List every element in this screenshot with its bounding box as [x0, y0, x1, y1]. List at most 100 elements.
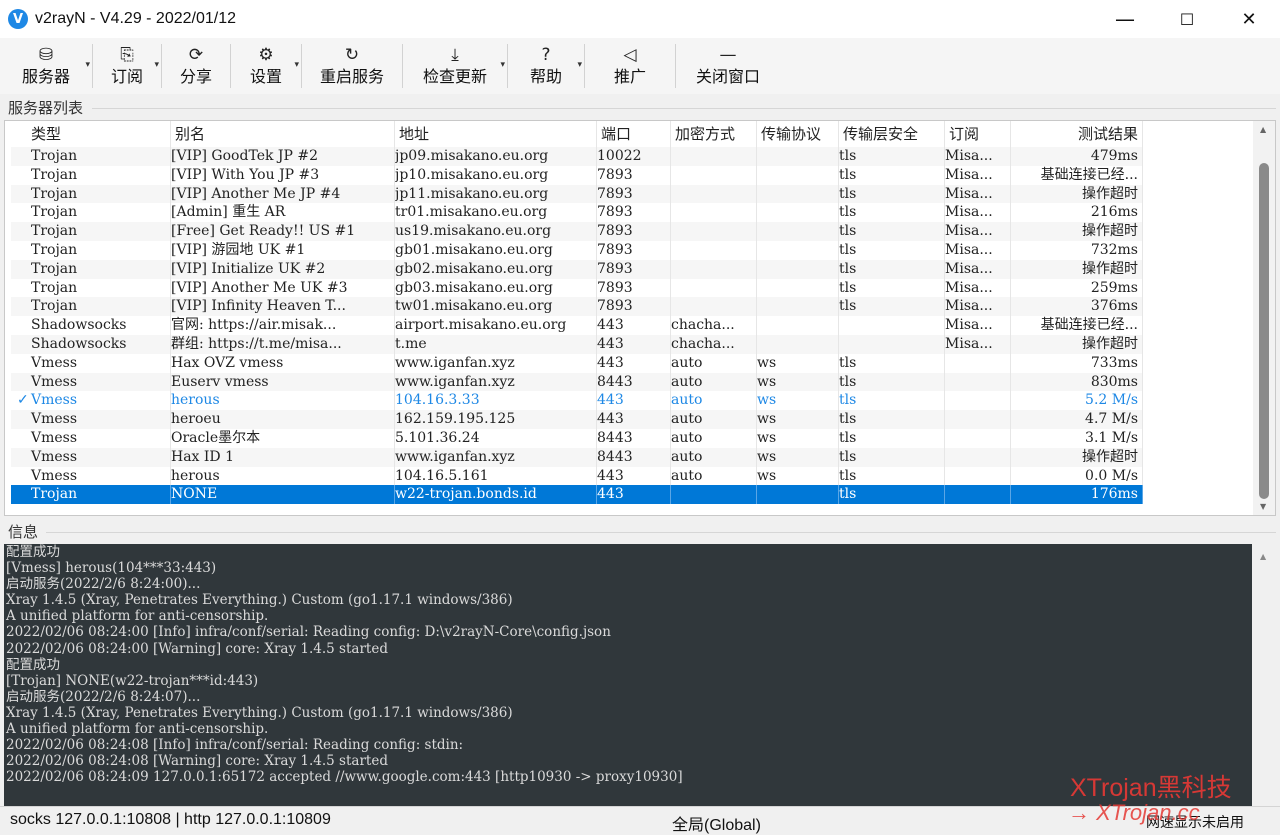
cell-result: 基础连接已经... [1011, 165, 1143, 185]
close-window-button[interactable]: ✕ [1218, 0, 1280, 38]
column-header-alias[interactable]: 别名 [171, 121, 395, 147]
toolbar-label: 推广 [613, 66, 646, 86]
cell-alias: [VIP] Another Me JP #4 [171, 184, 395, 204]
server-row[interactable]: Trojan [VIP] With You JP #3 jp10.misakano.… [11, 165, 1143, 185]
column-header-type[interactable]: 类型 [11, 121, 171, 147]
cell-type-text: Vmess [31, 392, 78, 409]
cell-port: 8443 [597, 447, 671, 467]
column-header-address[interactable]: 地址 [395, 121, 597, 147]
cell-result: 操作超时 [1011, 184, 1143, 204]
cell-network [757, 316, 839, 335]
cell-address: tw01.misakano.eu.org [395, 297, 597, 317]
cell-tls: tls [839, 485, 945, 505]
cell-tls: tls [839, 147, 945, 166]
server-list-scrollbar[interactable]: ▲ ▼ [1253, 121, 1275, 515]
log-scrollbar[interactable]: ▲ [1252, 544, 1276, 806]
promote-button[interactable]: ◁ 推广 [585, 38, 675, 94]
scroll-up-arrow-icon[interactable]: ▲ [1260, 552, 1266, 561]
cell-result: 操作超时 [1011, 259, 1143, 279]
server-row[interactable]: Vmess Hax OVZ vmess www.iganfan.xyz 443 auto… [11, 353, 1143, 373]
cell-network: ws [757, 466, 839, 486]
routing-mode-selector[interactable]: 全局(Global) [672, 811, 761, 835]
settings-button[interactable]: ⚙ 设置 ▾ [231, 38, 301, 94]
server-row[interactable]: Vmess heroeu 162.159.195.125 443 auto ws tls 4.… [11, 410, 1143, 429]
column-header-sub[interactable]: 订阅 [945, 121, 1011, 147]
column-header-port[interactable]: 端口 [597, 121, 671, 147]
cell-result: 259ms [1011, 278, 1143, 298]
cell-security [671, 297, 757, 317]
server-row[interactable]: Vmess Oracle墨尔本 5.101.36.24 8443 auto ws tls 3.… [11, 428, 1143, 448]
server-button[interactable]: ⛁ 服务器 ▾ [0, 38, 92, 94]
cell-port: 443 [597, 410, 671, 429]
server-row[interactable]: Trojan [VIP] Initialize UK #2 gb02.misakan… [11, 259, 1143, 279]
server-row[interactable]: ✓ Vmess herous 104.16.3.33 443 auto ws tls 5.2 M… [11, 391, 1143, 411]
server-row[interactable]: Vmess Euserv vmess www.iganfan.xyz 8443 auto… [11, 372, 1143, 392]
share-button[interactable]: ⟳ 分享 [162, 38, 230, 94]
column-header-result[interactable]: 测试结果 [1011, 121, 1143, 147]
toolbar-label: 检查更新 [422, 66, 487, 86]
cell-tls: tls [839, 222, 945, 241]
cell-address: www.iganfan.xyz [395, 447, 597, 467]
cell-security [671, 184, 757, 204]
server-row[interactable]: Trojan [VIP] Another Me UK #3 gb03.misakan… [11, 278, 1143, 298]
chevron-down-icon[interactable]: ▾ [85, 60, 90, 70]
log-output[interactable]: 配置成功 [Vmess] herous(104***33:443) 启动服务(202… [4, 544, 1252, 806]
cell-type: Vmess [11, 410, 171, 429]
scroll-up-arrow-icon[interactable]: ▲ [1260, 125, 1266, 134]
chevron-down-icon[interactable]: ▾ [294, 60, 299, 70]
server-row[interactable]: Shadowsocks 群组: https://t.me/misa... t.me 4… [11, 334, 1143, 354]
subscribe-button[interactable]: ⎘ 订阅 ▾ [93, 38, 161, 94]
scroll-down-arrow-icon[interactable]: ▼ [1260, 502, 1266, 511]
maximize-button[interactable]: ☐ [1156, 0, 1218, 38]
cell-type: Trojan [11, 485, 171, 505]
column-header-tls[interactable]: 传输层安全 [839, 121, 945, 147]
cell-address: t.me [395, 334, 597, 354]
cell-network: ws [757, 391, 839, 411]
server-row[interactable]: Trojan [VIP] 游园地 UK #1 gb01.misakano.eu.or… [11, 240, 1143, 260]
cell-result: 216ms [1011, 203, 1143, 223]
cell-network [757, 485, 839, 505]
cell-network [757, 147, 839, 166]
server-row[interactable]: Vmess Hax ID 1 www.iganfan.xyz 8443 auto ws tl… [11, 447, 1143, 467]
chevron-down-icon[interactable]: ▾ [577, 60, 582, 70]
cell-type: Trojan [11, 222, 171, 241]
toolbar-label: 重启服务 [319, 66, 384, 86]
server-row[interactable]: Trojan [VIP] Infinity Heaven T... tw01.mis… [11, 297, 1143, 317]
minimize-button[interactable]: — [1094, 0, 1156, 38]
cell-port: 7893 [597, 184, 671, 204]
close-window-button[interactable]: — 关闭窗口 [676, 38, 780, 94]
chevron-down-icon[interactable]: ▾ [154, 60, 159, 70]
cell-security [671, 259, 757, 279]
server-row[interactable]: Trojan NONE w22-trojan.bonds.id 443 tls 176ms [11, 485, 1143, 505]
server-row[interactable]: Trojan [VIP] Another Me JP #4 jp11.misakan… [11, 184, 1143, 204]
chevron-down-icon[interactable]: ▾ [500, 60, 505, 70]
v2rayn-logo-icon: V [8, 9, 28, 29]
column-header-security[interactable]: 加密方式 [671, 121, 757, 147]
cell-sub [945, 428, 1011, 448]
server-row[interactable]: Shadowsocks 官网: https://air.misak... airpo… [11, 316, 1143, 335]
restart-service-button[interactable]: ↻ 重启服务 [302, 38, 402, 94]
cell-address: jp10.misakano.eu.org [395, 165, 597, 185]
cell-address: www.iganfan.xyz [395, 353, 597, 373]
server-row[interactable]: Vmess herous 104.16.5.161 443 auto ws tls 0.0 M… [11, 466, 1143, 486]
cell-tls: tls [839, 240, 945, 260]
log-line: [Trojan] NONE(w22-trojan***id:443) [6, 672, 259, 689]
server-row[interactable]: Trojan [Admin] 重生 AR tr01.misakano.eu.org 7… [11, 203, 1143, 223]
check-update-button[interactable]: ⤓ 检查更新 ▾ [403, 38, 507, 94]
server-row[interactable]: Trojan [VIP] GoodTek JP #2 jp09.misakano.e… [11, 147, 1143, 166]
scrollbar-thumb[interactable] [1259, 163, 1269, 499]
cell-alias: heroeu [171, 410, 395, 429]
toolbar-label: 帮助 [529, 66, 562, 86]
log-line: 配置成功 [6, 656, 60, 673]
cell-alias: [Admin] 重生 AR [171, 203, 395, 223]
cell-security [671, 165, 757, 185]
server-list[interactable]: 类型 别名 地址 端口 加密方式 传输协议 传输层安全 订阅 测试结果 Trojan [VIP] … [4, 120, 1276, 516]
column-header-network[interactable]: 传输协议 [757, 121, 839, 147]
cell-port: 443 [597, 391, 671, 411]
cell-result: 733ms [1011, 353, 1143, 373]
cell-address: us19.misakano.eu.org [395, 222, 597, 241]
cell-sub: Misa... [945, 184, 1011, 204]
cell-result: 176ms [1011, 485, 1143, 505]
help-button[interactable]: ? 帮助 ▾ [508, 38, 584, 94]
server-row[interactable]: Trojan [Free] Get Ready!! US #1 us19.misak… [11, 222, 1143, 241]
